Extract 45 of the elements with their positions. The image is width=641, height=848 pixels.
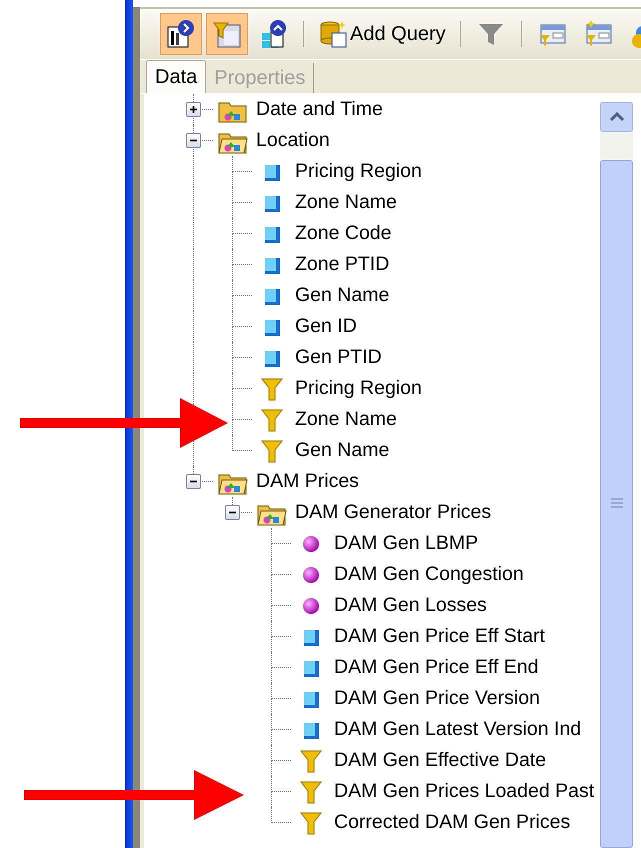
tree-item[interactable]: DAM Gen Prices Loaded Past xyxy=(330,780,594,803)
tree-item[interactable]: DAM Gen Price Eff Start xyxy=(330,625,545,648)
funnel-icon xyxy=(260,376,282,400)
tree-item[interactable]: DAM Gen Effective Date xyxy=(330,749,546,772)
sphere-icon xyxy=(300,596,320,616)
tree-item[interactable]: Pricing Region xyxy=(291,377,422,400)
collapse-icon[interactable] xyxy=(186,133,201,148)
collapse-icon[interactable] xyxy=(186,474,201,489)
tree-item[interactable]: Gen Name xyxy=(291,284,390,307)
funnel-icon xyxy=(260,438,282,462)
report-icon xyxy=(166,19,196,49)
tree-item[interactable]: DAM Gen Price Eff End xyxy=(330,656,538,679)
database-icon xyxy=(318,19,348,49)
tree-item[interactable]: Zone Name xyxy=(291,191,397,214)
tree-item[interactable]: Zone Name xyxy=(291,408,397,431)
collapse-icon[interactable] xyxy=(225,505,240,520)
chevron-up-icon xyxy=(608,112,624,122)
scroll-up-button[interactable] xyxy=(600,102,633,132)
tree-item[interactable]: DAM Gen Congestion xyxy=(330,563,524,586)
filter-panel-button[interactable] xyxy=(206,13,248,55)
tree-item[interactable]: Zone Code xyxy=(291,222,392,245)
sphere-icon xyxy=(300,564,320,584)
tree-item[interactable]: Date and Time xyxy=(252,98,383,121)
funnel-icon xyxy=(300,748,322,772)
tree-item[interactable]: Gen ID xyxy=(291,315,357,338)
sphere-icon xyxy=(300,534,320,554)
funnel-icon xyxy=(300,780,322,804)
tree-item[interactable]: DAM Generator Prices xyxy=(291,501,492,524)
tree-item[interactable]: Pricing Region xyxy=(291,160,422,183)
tree-item[interactable]: DAM Gen Price Version xyxy=(330,687,540,710)
funnel-icon xyxy=(300,810,322,834)
funnel-icon xyxy=(260,408,282,432)
tree-item[interactable]: Gen PTID xyxy=(291,346,382,369)
add-query-button[interactable]: Add Query xyxy=(313,13,451,55)
tree-item[interactable]: Gen Name xyxy=(291,439,390,462)
tree-item[interactable]: Corrected DAM Gen Prices xyxy=(330,811,570,834)
tree-item[interactable]: Location xyxy=(252,129,330,152)
tree-item[interactable]: DAM Gen LBMP xyxy=(330,532,478,555)
tree-item[interactable]: DAM Prices xyxy=(252,470,359,493)
tab[interactable]: Data xyxy=(146,60,206,93)
tree-item[interactable]: DAM Gen Latest Version Ind xyxy=(330,718,582,741)
tree-item[interactable]: Zone PTID xyxy=(291,253,390,276)
report-button[interactable] xyxy=(160,13,202,55)
expand-icon[interactable] xyxy=(186,102,201,117)
tree-item[interactable]: DAM Gen Losses xyxy=(330,594,487,617)
